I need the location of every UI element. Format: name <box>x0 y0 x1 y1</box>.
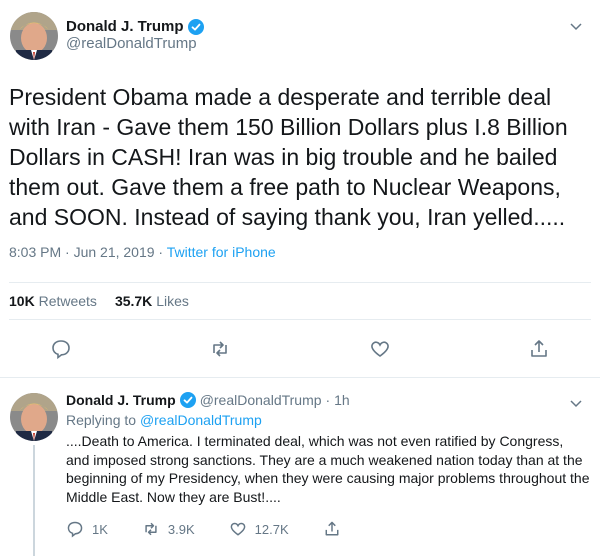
retweet-button[interactable]: 3.9K <box>142 520 195 538</box>
heart-icon <box>370 341 389 357</box>
reply-button[interactable] <box>50 338 72 360</box>
display-name[interactable]: Donald J. Trump <box>66 392 176 408</box>
reply-button[interactable]: 1K <box>66 520 108 538</box>
reply-tweet: Donald J. Trump @realDonaldTrump · 1h Re… <box>0 379 600 556</box>
tweet-meta: 8:03 PM · Jun 21, 2019 · Twitter for iPh… <box>9 244 276 260</box>
author-block: Donald J. Trump @realDonaldTrump <box>66 18 204 52</box>
likes-label: Likes <box>156 293 189 309</box>
replying-to: Replying to @realDonaldTrump <box>66 412 262 428</box>
display-name[interactable]: Donald J. Trump <box>66 18 184 35</box>
verified-badge-icon <box>187 18 204 35</box>
retweet-icon <box>213 341 228 357</box>
tweet-age[interactable]: · 1h <box>326 392 350 408</box>
chevron-down-icon[interactable] <box>568 18 584 34</box>
share-button[interactable] <box>323 520 341 538</box>
reply-author-row: Donald J. Trump @realDonaldTrump · 1h <box>66 392 350 408</box>
chevron-down-icon[interactable] <box>568 395 584 411</box>
action-bar: 1K 3.9K 12.7K <box>66 520 341 538</box>
retweet-button[interactable] <box>209 338 231 360</box>
avatar[interactable] <box>10 393 58 441</box>
comment-bubble-icon <box>67 521 83 538</box>
comment-bubble-icon <box>52 340 70 360</box>
retweets-count: 10K <box>9 293 35 309</box>
like-count: 12.7K <box>254 521 289 537</box>
heart-icon <box>230 522 246 536</box>
action-bar <box>50 334 550 364</box>
retweets-label: Retweets <box>38 293 97 309</box>
like-button[interactable]: 12.7K <box>229 520 289 538</box>
retweets-stat[interactable]: 10K Retweets <box>9 293 97 309</box>
avatar[interactable] <box>10 12 58 60</box>
source-link[interactable]: Twitter for iPhone <box>167 244 276 260</box>
share-icon <box>325 521 339 536</box>
engagement-stats: 10K Retweets 35.7K Likes <box>9 282 591 320</box>
replying-to-handle[interactable]: @realDonaldTrump <box>140 412 262 428</box>
like-button[interactable] <box>369 338 391 360</box>
share-icon <box>531 340 547 357</box>
tweet-text: President Obama made a desperate and ter… <box>9 84 568 230</box>
likes-stat[interactable]: 35.7K Likes <box>115 293 189 309</box>
timestamp[interactable]: 8:03 PM · Jun 21, 2019 · <box>9 244 167 260</box>
tweet-text: ....Death to America. I terminated deal,… <box>66 433 590 505</box>
verified-badge-icon <box>179 392 196 408</box>
reply-count: 1K <box>92 521 108 537</box>
retweet-icon <box>145 522 157 536</box>
thread-line <box>33 445 35 556</box>
retweet-count: 3.9K <box>167 521 195 537</box>
share-button[interactable] <box>528 338 550 360</box>
likes-count: 35.7K <box>114 293 153 309</box>
replying-to-label: Replying to <box>66 412 140 428</box>
handle[interactable]: @realDonaldTrump <box>66 35 204 52</box>
main-tweet: Donald J. Trump @realDonaldTrump Preside… <box>0 0 600 378</box>
handle[interactable]: @realDonaldTrump <box>200 392 322 408</box>
